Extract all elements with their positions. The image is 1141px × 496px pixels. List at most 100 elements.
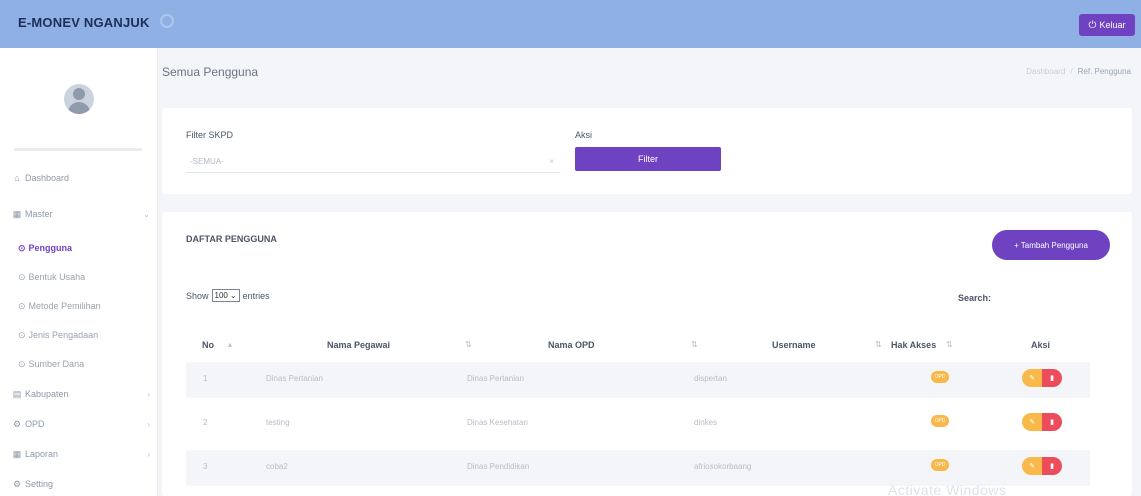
edit-button[interactable]: ✎ (1022, 413, 1042, 431)
trash-icon: ▮ (1050, 375, 1054, 382)
sidebar-sub-label: Pengguna (28, 243, 73, 253)
breadcrumb-separator: / (1070, 67, 1073, 76)
column-header-nama-opd[interactable]: Nama OPD (548, 340, 595, 350)
sort-icon: ⇅ (946, 340, 953, 349)
cell-username: afriosokorbaang (694, 462, 752, 471)
show-label: Show (186, 290, 209, 301)
breadcrumb-current: Ref. Pengguna (1077, 67, 1131, 76)
circle-dot-icon: ⊙ (18, 358, 26, 369)
sidebar-sub-sumber-dana[interactable]: ⊙ Sumber Dana (0, 349, 158, 379)
entries-value: 100 (214, 291, 228, 300)
user-list-card: DAFTAR PENGGUNA + Tambah Pengguna Show 1… (162, 212, 1132, 496)
circle-dot-icon: ⊙ (18, 300, 26, 311)
list-title: DAFTAR PENGGUNA (186, 234, 277, 244)
skpd-select[interactable]: -SEMUA- × (186, 151, 560, 173)
top-navbar: E-MONEV NGANJUK ⏻ Keluar (0, 0, 1141, 48)
cell-no: 3 (203, 462, 208, 471)
filter-button[interactable]: Filter (575, 147, 721, 171)
circle-dot-icon: ⊙ (18, 242, 26, 253)
sort-icon: ⇅ (691, 340, 698, 349)
chevron-down-icon: ⌄ (229, 291, 237, 300)
sort-asc-icon: ▴ (228, 340, 233, 349)
edit-icon: ✎ (1029, 463, 1035, 470)
delete-button[interactable]: ▮ (1042, 457, 1062, 475)
cell-username: dinkes (694, 418, 718, 427)
sort-icon: ⇅ (465, 340, 472, 349)
cell-username: dispertan (694, 374, 727, 383)
column-header-no[interactable]: No (202, 340, 214, 350)
search-label: Search: (958, 293, 992, 303)
sidebar-item-kabupaten[interactable]: ▤ Kabupaten › (0, 379, 158, 409)
column-header-aksi: Aksi (1031, 340, 1051, 350)
sort-icon: ⇅ (875, 340, 882, 349)
cell-no: 1 (203, 374, 208, 383)
breadcrumb: Dashboard / Ref. Pengguna (1026, 67, 1131, 76)
sidebar-item-laporan[interactable]: ▦ Laporan › (0, 439, 158, 469)
entries-control: Show 100 ⌄ entries (186, 289, 270, 302)
cell-nama-opd: Dinas Pertanian (467, 374, 524, 383)
skpd-select-value: -SEMUA- (190, 157, 224, 166)
sidebar-item-dashboard[interactable]: ⌂ Dashboard (0, 163, 158, 193)
edit-icon: ✎ (1029, 375, 1035, 382)
sidebar-item-setting[interactable]: ⚙ Setting (0, 469, 158, 496)
brand-title[interactable]: E-MONEV NGANJUK (18, 15, 150, 30)
chevron-down-icon: ⌄ (143, 209, 150, 219)
edit-button[interactable]: ✎ (1022, 457, 1042, 475)
sidebar-sub-metode-pemilihan[interactable]: ⊙ Metode Pemilihan (0, 291, 158, 321)
sidebar-item-master[interactable]: ▦ Master ⌄ (0, 199, 158, 229)
cell-nama-opd: Dinas Kesehatan (467, 418, 528, 427)
filter-skpd-label: Filter SKPD (186, 130, 234, 140)
sidebar-sub-label: Bentuk Usaha (28, 272, 86, 282)
logout-label: Keluar (1099, 20, 1126, 30)
sidebar-item-label: Laporan (25, 449, 59, 459)
delete-button[interactable]: ▮ (1042, 413, 1062, 431)
aksi-label: Aksi (575, 130, 593, 140)
cell-no: 2 (203, 418, 208, 427)
sidebar-sub-jenis-pengadaan[interactable]: ⊙ Jenis Pengadaan (0, 320, 158, 350)
settings-icon: ⚙ (12, 418, 22, 429)
menu-toggle-icon[interactable] (160, 14, 174, 28)
filter-card: Filter SKPD -SEMUA- × Aksi Filter (162, 108, 1132, 194)
chevron-right-icon: › (147, 449, 150, 459)
sidebar-item-label: Dashboard (25, 173, 70, 183)
grid-icon: ▦ (12, 208, 22, 219)
trash-icon: ▮ (1050, 463, 1054, 470)
avatar-head (73, 88, 85, 100)
hak-akses-badge: OPD (931, 415, 949, 427)
column-header-nama-pegawai[interactable]: Nama Pegawai (327, 340, 390, 350)
logout-button[interactable]: ⏻ Keluar (1079, 14, 1135, 36)
sidebar-sub-bentuk-usaha[interactable]: ⊙ Bentuk Usaha (0, 262, 158, 292)
sidebar: ⌂ Dashboard ▦ Master ⌄ ⊙ Pengguna ⊙ Bent… (0, 48, 158, 496)
circle-dot-icon: ⊙ (18, 271, 26, 282)
entries-label: entries (242, 290, 270, 301)
circle-dot-icon: ⊙ (18, 329, 26, 340)
plus-icon: + (1014, 240, 1019, 250)
cell-nama-pegawai: testing (266, 418, 290, 427)
trash-icon: ▮ (1050, 419, 1054, 426)
sidebar-item-label: Setting (25, 479, 54, 489)
cell-nama-opd: Dinas Pendidikan (467, 462, 530, 471)
breadcrumb-dashboard[interactable]: Dashboard (1026, 67, 1065, 76)
chevron-right-icon: › (147, 389, 150, 399)
sidebar-item-opd[interactable]: ⚙ OPD › (0, 409, 158, 439)
search-input[interactable] (994, 286, 1118, 308)
hak-akses-badge: OPD (931, 371, 949, 383)
add-user-button[interactable]: + Tambah Pengguna (992, 230, 1110, 260)
sidebar-sub-pengguna[interactable]: ⊙ Pengguna (0, 233, 158, 263)
table-row: 3 coba2 Dinas Pendidikan afriosokorbaang… (186, 450, 1090, 486)
avatar-body (68, 102, 90, 114)
power-icon: ⏻ (1088, 19, 1097, 31)
user-name-placeholder (14, 148, 142, 151)
sidebar-item-label: Master (25, 209, 53, 219)
entries-select[interactable]: 100 ⌄ (211, 289, 240, 302)
edit-button[interactable]: ✎ (1022, 369, 1042, 387)
clear-icon[interactable]: × (549, 157, 554, 166)
delete-button[interactable]: ▮ (1042, 369, 1062, 387)
chevron-right-icon: › (147, 419, 150, 429)
sidebar-item-label: OPD (25, 419, 45, 429)
page-title: Semua Pengguna (162, 65, 259, 79)
column-header-username[interactable]: Username (772, 340, 816, 350)
grid-icon: ▦ (12, 448, 22, 459)
column-header-hak-akses[interactable]: Hak Akses (891, 340, 936, 350)
edit-icon: ✎ (1029, 419, 1035, 426)
